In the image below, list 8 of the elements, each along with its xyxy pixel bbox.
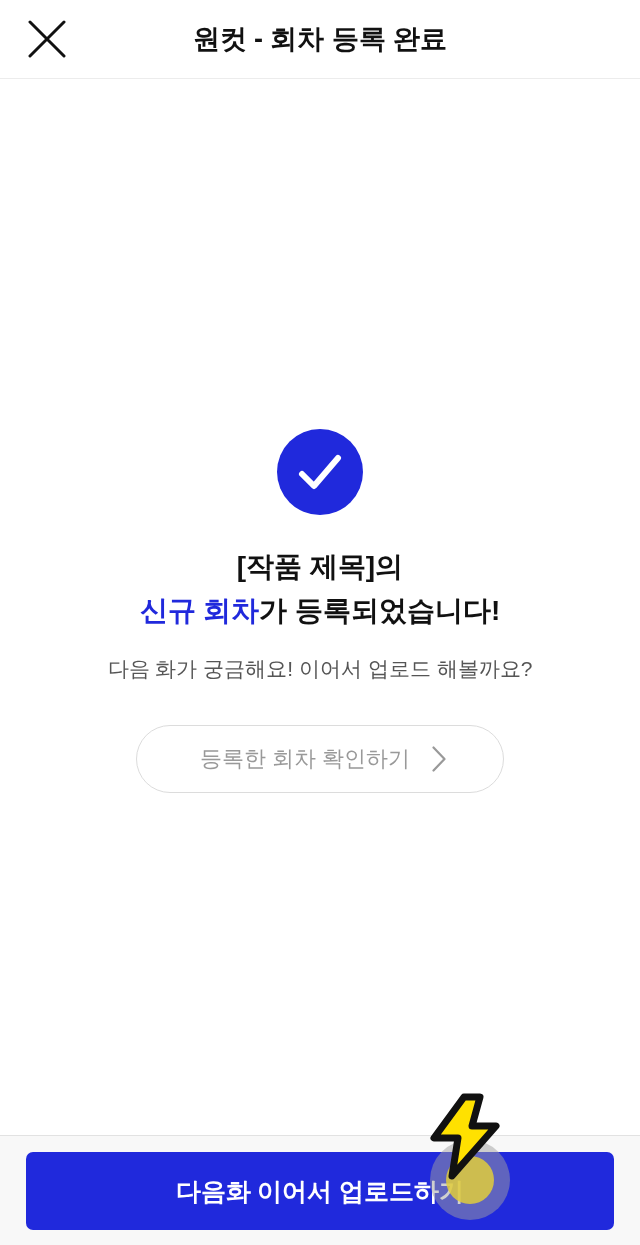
lightning-bolt-icon — [428, 1092, 502, 1182]
success-message: [작품 제목]의 신규 회차가 등록되었습니다! — [139, 550, 501, 628]
chevron-right-icon — [432, 746, 447, 772]
page-title: 원컷 - 회차 등록 완료 — [191, 23, 449, 56]
close-icon — [28, 20, 66, 58]
subtitle: 다음 화가 궁금해요! 이어서 업로드 해볼까요? — [107, 656, 533, 682]
check-circle-icon — [277, 429, 363, 515]
close-button[interactable] — [27, 19, 67, 59]
